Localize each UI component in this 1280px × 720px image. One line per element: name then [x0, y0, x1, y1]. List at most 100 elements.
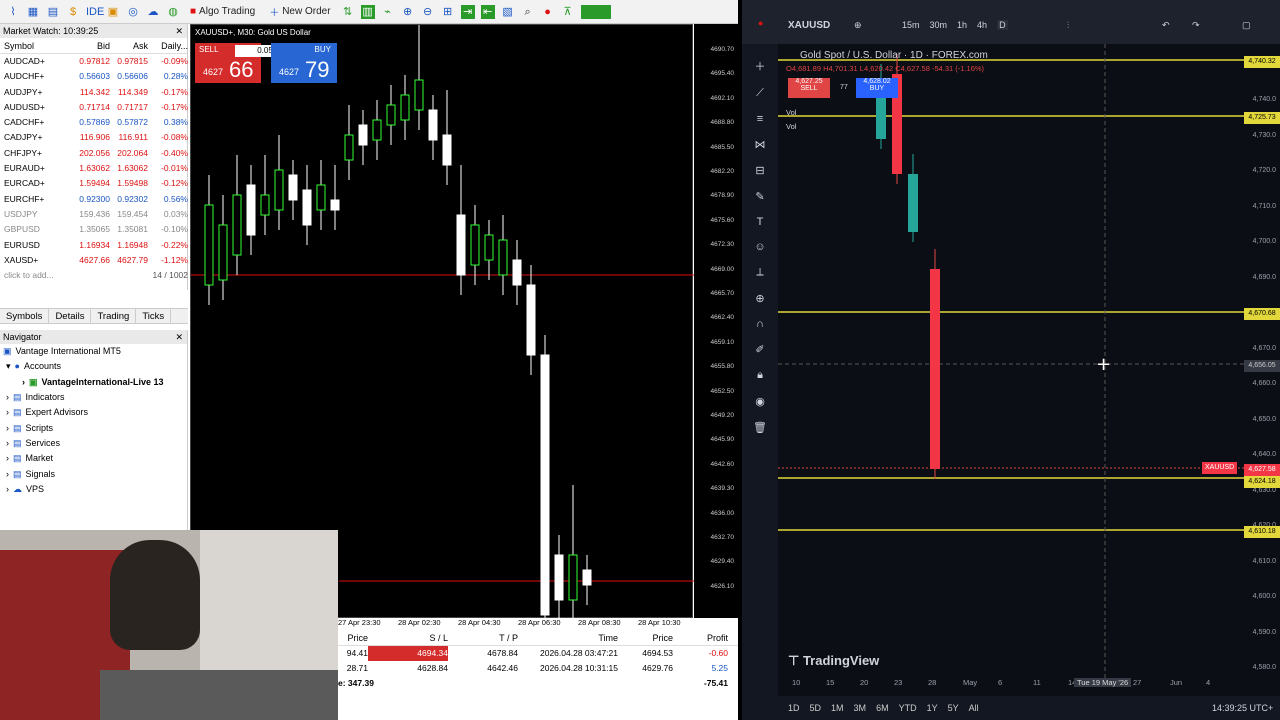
range-button[interactable]: 1Y [927, 703, 938, 713]
nav-item-account[interactable]: › ▣ VantageInternational-Live 13 [0, 375, 187, 390]
tv-sell-button[interactable]: 4,627.25 SELL [788, 78, 830, 98]
tf-1h[interactable]: 1h [957, 20, 967, 30]
tv-symbol[interactable]: XAUUSD [788, 20, 830, 31]
range-button[interactable]: 3M [854, 703, 867, 713]
range-button[interactable]: 6M [876, 703, 889, 713]
dollar-icon[interactable]: $ [66, 5, 80, 19]
algo-trading-button[interactable]: ■ Algo Trading [186, 2, 259, 22]
symbol-name: CADJPY+ [4, 132, 43, 143]
pattern-icon[interactable]: ⋈ [755, 138, 766, 151]
radio-icon[interactable]: ◎ [126, 5, 140, 19]
crosshair-icon[interactable]: ＋ [755, 58, 766, 74]
magnet-icon[interactable]: ∩ [756, 318, 764, 330]
nav-item-signals[interactable]: › ▤ Signals [0, 466, 187, 481]
signal-icon[interactable]: ⊼ [561, 5, 575, 19]
market-watch-row[interactable]: EURCHF+ 0.92300 0.92302 0.56% [0, 192, 188, 207]
tv-candle[interactable] [908, 174, 918, 232]
text-icon[interactable]: T [757, 216, 764, 228]
position-icon[interactable]: ⊟ [755, 164, 764, 177]
market-watch-row[interactable]: AUDUSD+ 0.71714 0.71717 -0.17% [0, 100, 188, 115]
cloud-icon[interactable]: ☁ [146, 5, 160, 19]
tf-4h[interactable]: 4h [977, 20, 987, 30]
nav-item-market[interactable]: › ▤ Market [0, 451, 187, 466]
market-watch-row[interactable]: EURCAD+ 1.59494 1.59498 -0.12% [0, 176, 188, 191]
tab-ticks[interactable]: Ticks [136, 309, 172, 323]
new-order-button[interactable]: ＋ New Order [265, 2, 334, 22]
nav-item-services[interactable]: › ▤ Services [0, 436, 187, 451]
trash-icon[interactable]: 🗑︎ [753, 421, 767, 434]
nav-item-vps[interactable]: › ☁ VPS [0, 482, 187, 497]
pencil-lock-icon[interactable]: ✐ [755, 343, 764, 356]
ruler-icon[interactable]: ⟂ [756, 266, 763, 279]
notification-icon[interactable]: ● [541, 5, 555, 19]
shift-icon[interactable]: ⇤ [480, 4, 495, 19]
line-chart-icon[interactable]: ⌁ [381, 5, 395, 19]
profiles-icon[interactable]: ▤ [46, 5, 60, 19]
market-watch-row[interactable]: CHFJPY+ 202.056 202.064 -0.40% [0, 146, 188, 161]
market-watch-add-row[interactable]: click to add... 14 / 1002 [0, 268, 188, 283]
market-watch-row[interactable]: EURUSD 1.16934 1.16948 -0.22% [0, 238, 188, 253]
brush-icon[interactable]: ✎ [755, 190, 764, 203]
fib-icon[interactable]: ≡ [757, 113, 763, 125]
tv-level-label: 4,624.18 [1244, 476, 1280, 488]
market-watch-row[interactable]: GBPUSD 1.35065 1.35081 -0.10% [0, 222, 188, 237]
tv-chart-svg[interactable]: + [778, 44, 1280, 696]
search-icon[interactable]: ⌕ [521, 5, 535, 19]
market-watch-row[interactable]: AUDCHF+ 0.56603 0.56606 0.28% [0, 69, 188, 84]
close-icon[interactable]: ✕ [175, 24, 187, 38]
market-watch-row[interactable]: AUDJPY+ 114.342 114.349 -0.17% [0, 85, 188, 100]
emoji-icon[interactable]: ☺ [754, 241, 765, 253]
template-icon[interactable]: ▧ [501, 5, 515, 19]
market-watch-row[interactable]: EURAUD+ 1.63062 1.63062 -0.01% [0, 161, 188, 176]
market-watch-row[interactable]: XAUSD+ 4627.66 4627.79 -1.12% [0, 253, 188, 268]
market-watch-row[interactable]: AUDCAD+ 0.97812 0.97815 -0.09% [0, 54, 188, 70]
zoom-in-icon[interactable]: ⊕ [401, 5, 415, 19]
nav-item-scripts[interactable]: › ▤ Scripts [0, 420, 187, 435]
bar-chart-icon[interactable]: ▥ [360, 4, 375, 19]
autoscroll-icon[interactable]: ⇥ [460, 4, 475, 19]
nav-item-accounts[interactable]: ▾ ● Accounts [0, 359, 187, 374]
grid-icon[interactable]: ⊞ [441, 5, 455, 19]
market-watch-row[interactable]: CADCHF+ 0.57869 0.57872 0.38% [0, 115, 188, 130]
tab-details[interactable]: Details [49, 309, 92, 323]
zoom-icon[interactable]: ⊕ [755, 292, 764, 305]
tf-15m[interactable]: 15m [902, 20, 920, 30]
nav-item-expert-advisors[interactable]: › ▤ Expert Advisors [0, 405, 187, 420]
nav-item-broker[interactable]: ▣ Vantage International MT5 [0, 344, 187, 359]
order-row[interactable]: 94.41 4694.34 4678.84 2026.04.28 03:47:2… [338, 646, 738, 661]
zoom-out-icon[interactable]: ⊖ [421, 5, 435, 19]
tab-trading[interactable]: Trading [91, 309, 137, 323]
globe-icon[interactable]: ◍ [166, 5, 180, 19]
tab-symbols[interactable]: Symbols [0, 309, 50, 323]
trendline-icon[interactable]: ⟋ [756, 87, 764, 100]
one-click-icon[interactable]: ⇅ [341, 5, 355, 19]
market-watch-row[interactable]: USDJPY 159.436 159.454 0.03% [0, 207, 188, 222]
close-icon[interactable]: ✕ [175, 330, 187, 344]
chart-type-icon[interactable]: ⌇ [6, 5, 20, 19]
range-button[interactable]: 5D [810, 703, 822, 713]
order-row[interactable]: 28.71 4628.84 4642.46 2026.04.28 10:31:1… [338, 661, 738, 676]
range-button[interactable]: YTD [899, 703, 917, 713]
nav-item-indicators[interactable]: › ▤ Indicators [0, 390, 187, 405]
tv-redo-icon[interactable]: ↷ [1192, 20, 1200, 31]
ide-icon[interactable]: IDE [86, 5, 104, 19]
range-button[interactable]: All [969, 703, 979, 713]
tf-1d[interactable]: D [997, 20, 1008, 30]
mt5-chart[interactable]: XAUUSD+, M30: Gold US Dollar SELL 4627 6… [190, 24, 694, 619]
range-button[interactable]: 5Y [948, 703, 959, 713]
tv-fullscreen-icon[interactable]: ▢ [1242, 20, 1251, 31]
market-watch-row[interactable]: CADJPY+ 116.906 116.911 -0.08% [0, 130, 188, 145]
tv-undo-icon[interactable]: ↶ [1162, 20, 1170, 31]
new-chart-icon[interactable]: ▦ [26, 5, 40, 19]
tv-add-icon[interactable]: ⊕ [854, 20, 862, 31]
tf-30m[interactable]: 30m [930, 20, 948, 30]
tv-alert-icon[interactable]: ● [758, 18, 763, 28]
briefcase-icon[interactable]: ▣ [106, 5, 120, 19]
tv-indicators-icon[interactable]: ⫶ [1067, 20, 1069, 31]
tv-buy-button[interactable]: 4,628.02 BUY [856, 78, 898, 98]
tv-candle[interactable] [930, 269, 940, 469]
eye-icon[interactable]: ◉ [755, 395, 765, 408]
lock-icon[interactable]: 🔒︎ [757, 369, 763, 382]
range-button[interactable]: 1M [831, 703, 844, 713]
range-button[interactable]: 1D [788, 703, 800, 713]
